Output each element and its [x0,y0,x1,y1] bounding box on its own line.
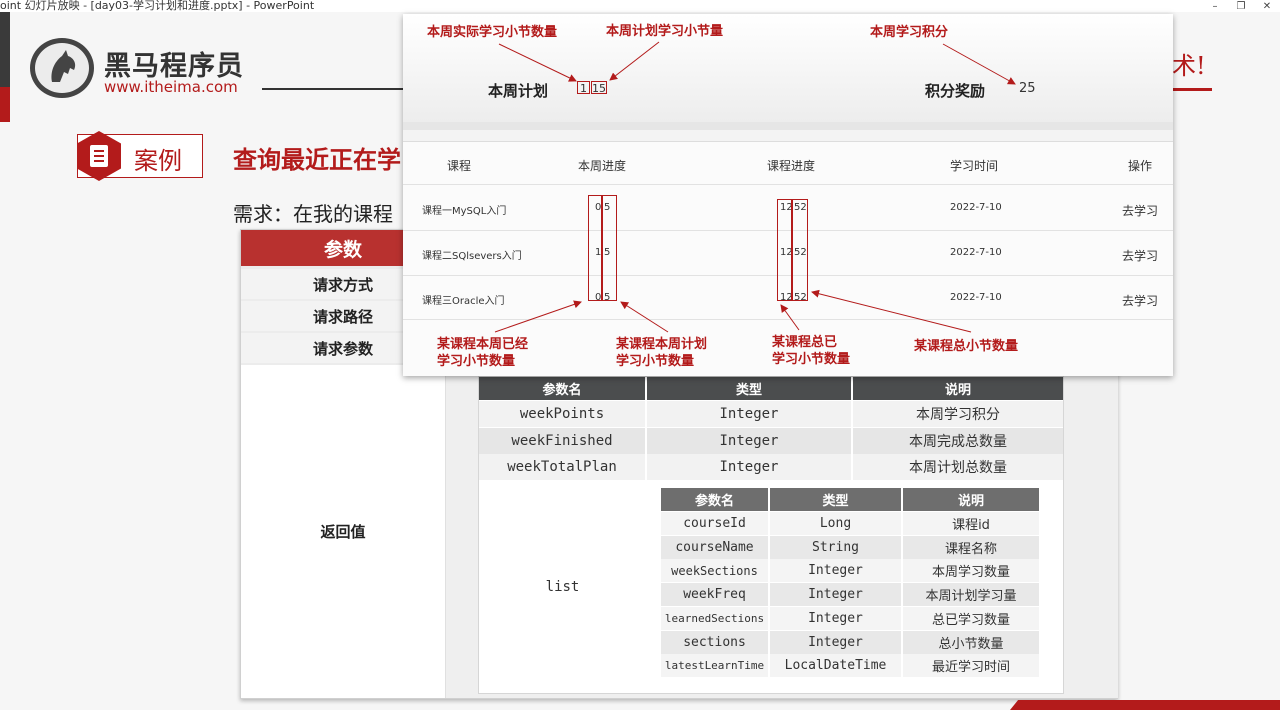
case-title: 查询最近正在学 [233,146,401,174]
return-header-type: 类型 [647,377,851,400]
return-row-type: Integer [647,454,851,480]
nested-row-desc: 课程名称 [903,535,1039,559]
nested-row-desc: 总小节数量 [903,630,1039,654]
window-titlebar: oint 幻灯片放映 - [day03-学习计划和进度.pptx] - Powe… [0,0,1280,12]
annotation-arrows [494,41,1016,333]
nested-row-type: Integer [770,606,901,630]
case-badge: 案例 [77,131,203,181]
itheima-logo: 黑马程序员 www.itheima.com [30,38,260,100]
course-page-overlay: 本周实际学习小节数量 本周计划学习小节量 本周学习积分 本周计划 1 15 积分… [403,14,1173,376]
requirement-text: 需求：在我的课程 [233,202,393,226]
nested-header-type: 类型 [770,488,901,511]
param-row-return: 返回值 [241,365,445,698]
return-header-desc: 说明 [853,377,1063,400]
return-row-name: weekTotalPlan [479,454,645,480]
nested-header-name: 参数名 [661,488,768,511]
nested-row-name: weekSections [661,559,768,583]
nested-row-type: LocalDateTime [770,654,901,678]
nested-row-name: learnedSections [661,606,768,630]
return-row-type: Integer [647,401,851,427]
footer-accent [1010,700,1280,710]
nested-row-type: Integer [770,630,901,654]
return-table: 参数名 类型 说明 weekPoints Integer 本周学习积分 week… [478,376,1064,694]
logo-url: www.itheima.com [104,78,238,96]
maximize-button[interactable]: ❐ [1228,0,1254,12]
nested-row-type: String [770,535,901,559]
close-button[interactable]: ✕ [1254,0,1280,12]
window-title: oint 幻灯片放映 - [day03-学习计划和进度.pptx] - Powe… [0,0,315,12]
left-strip-red [0,87,10,122]
nested-row-desc: 最近学习时间 [903,654,1039,678]
nested-row-type: Long [770,512,901,535]
nested-header-desc: 说明 [903,488,1039,511]
nested-table: 参数名 类型 说明 courseId Long 课程id courseName Stri… [661,488,1041,683]
return-row-name: weekPoints [479,401,645,427]
return-list-name: list [479,481,646,693]
return-row-desc: 本周计划总数量 [853,454,1063,480]
return-row-type: Integer [647,428,851,454]
slogan-text: 术! [1172,52,1206,80]
nested-row-name: latestLearnTime [661,654,768,678]
nested-row-desc: 本周学习数量 [903,559,1039,583]
minimize-button[interactable]: – [1202,0,1228,12]
return-row-desc: 本周完成总数量 [853,428,1063,454]
case-label: 案例 [134,147,182,175]
nested-row-name: weekFreq [661,583,768,607]
nested-row-type: Integer [770,583,901,607]
nested-row-type: Integer [770,559,901,583]
nested-row-name: courseId [661,512,768,535]
horse-icon [51,50,76,82]
case-hex [77,131,121,181]
window-controls: – ❐ ✕ [1202,0,1280,12]
left-strip-dark [0,12,10,87]
return-header-name: 参数名 [479,377,645,400]
nested-row-desc: 总已学习数量 [903,606,1039,630]
return-row-desc: 本周学习积分 [853,401,1063,427]
nested-row-name: courseName [661,535,768,559]
nested-row-desc: 本周计划学习量 [903,583,1039,607]
return-row-name: weekFinished [479,428,645,454]
nested-row-desc: 课程id [903,512,1039,535]
nested-row-name: sections [661,630,768,654]
document-icon [90,145,108,167]
